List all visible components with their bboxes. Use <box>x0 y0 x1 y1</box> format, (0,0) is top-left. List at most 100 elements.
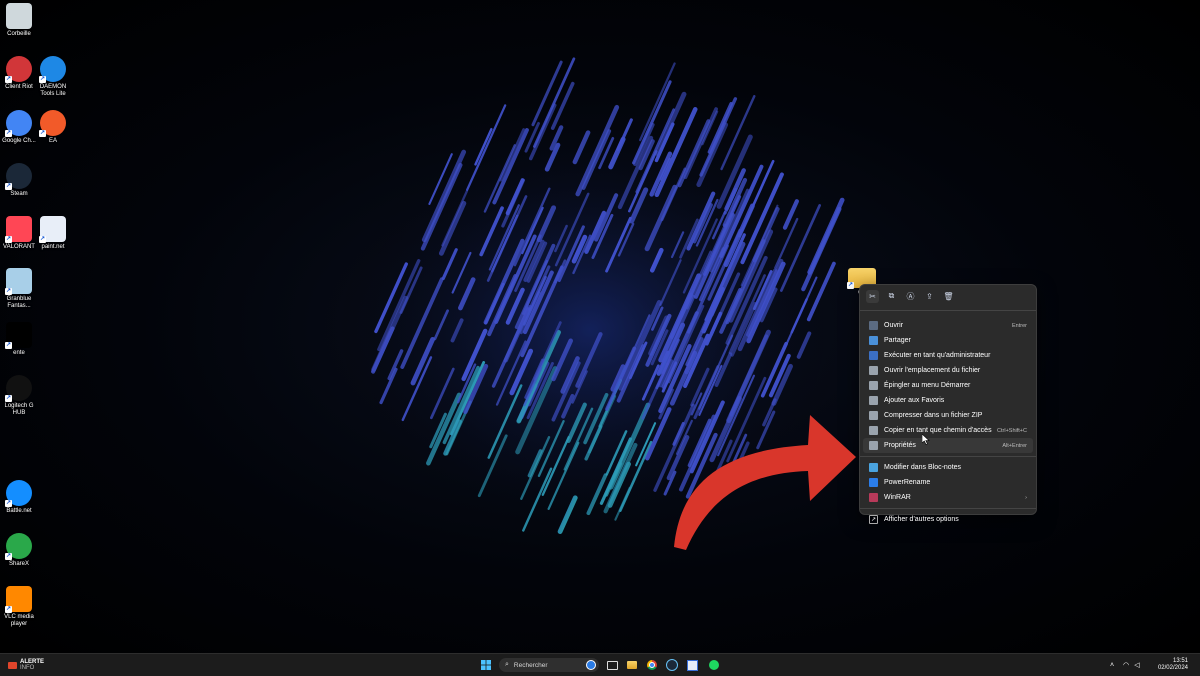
menu-item-shortcut: › <box>1025 494 1027 501</box>
desktop-icon-label: DAEMON Tools Lite <box>39 84 67 97</box>
winrar-icon <box>869 493 878 502</box>
desktop-icon-label: Granblue Fantas... <box>6 296 32 309</box>
rename-button[interactable]: Ⓐ <box>904 290 917 303</box>
menu-item-copy-path[interactable]: Copier en tant que chemin d'accès Ctrl+Sh… <box>863 423 1033 438</box>
desktop-icon-label: Corbeille <box>7 31 31 37</box>
desktop-icon-sharex[interactable]: ↗ ShareX <box>0 533 38 568</box>
taskview-icon <box>606 660 618 670</box>
riot-client-icon: ↗ <box>5 56 32 83</box>
logitech-icon: ↗ <box>5 375 32 402</box>
annotation-arrow <box>674 415 856 550</box>
context-menu-items: Ouvrir Entrer Partager Exécuter en tant qu'… <box>860 314 1036 453</box>
menu-item-label: WinRAR <box>884 494 911 501</box>
taskbar-app-paintnet[interactable] <box>686 658 698 672</box>
battlenet-icon: ↗ <box>5 480 32 507</box>
chrome-icon: ↗ <box>5 110 32 137</box>
mouse-cursor-icon <box>922 434 930 445</box>
desktop-icon-steam[interactable]: ↗ Steam <box>0 163 38 198</box>
desktop-icon-granblue[interactable]: ↗ Granblue Fantas... <box>0 268 38 310</box>
taskview-button[interactable] <box>606 658 618 672</box>
menu-item-label: Exécuter en tant qu'administrateur <box>884 352 991 359</box>
shortcut-arrow-icon: ↗ <box>39 76 46 83</box>
ea-icon: ↗ <box>39 110 66 137</box>
delete-button[interactable]: 🗑 <box>942 290 955 303</box>
tray-overflow-button[interactable]: ˄ <box>1108 658 1116 672</box>
cut-button[interactable]: ✂ <box>866 289 879 303</box>
shortcut-arrow-icon: ↗ <box>5 606 12 613</box>
desktop-icon-valorant[interactable]: ↗ VALORANT <box>0 216 38 251</box>
tray-clock[interactable]: 13:51 02/02/2024 <box>1148 658 1188 672</box>
desktop-icon-label: ShareX <box>8 561 29 567</box>
news-alert-widget[interactable]: ALERTE INFO <box>8 658 48 672</box>
desktop-icon-chrome[interactable]: ↗ Google Ch... <box>0 110 38 145</box>
clock-time: 13:51 <box>1172 658 1188 664</box>
taskbar-search-box[interactable]: ⌕ Rechercher <box>499 658 599 672</box>
tray-volume[interactable]: ◁ <box>1133 658 1141 672</box>
menu-item-folder-open[interactable]: Ouvrir l'emplacement du fichier <box>863 363 1033 378</box>
desktop-icon-ea[interactable]: ↗ EA <box>34 110 72 145</box>
tray-network[interactable]: ◠ <box>1122 658 1130 672</box>
sharex-icon: ↗ <box>5 533 32 560</box>
desktop-icon-label: VALORANT <box>3 244 35 250</box>
folder-open-icon <box>869 366 878 375</box>
taskbar-app-steam[interactable] <box>666 658 678 672</box>
menu-item-open[interactable]: Ouvrir Entrer <box>863 318 1033 333</box>
start-button[interactable] <box>479 658 493 672</box>
taskbar-app-spotify[interactable] <box>708 658 720 672</box>
menu-item-winrar[interactable]: WinRAR › <box>863 490 1033 505</box>
desktop-icon-recycle-bin[interactable]: Corbeille <box>0 3 38 38</box>
menu-item-more-options[interactable]: ↗ Afficher d'autres options <box>863 512 1033 527</box>
menu-item-notepad[interactable]: Modifier dans Bloc-notes <box>863 460 1033 475</box>
powerrename-icon <box>869 478 878 487</box>
shortcut-arrow-icon: ↗ <box>5 500 12 507</box>
copy-button[interactable]: ⧉ <box>885 290 898 303</box>
more-options-icon: ↗ <box>869 515 878 524</box>
share-toolbar-button[interactable]: ⇪ <box>923 290 936 303</box>
menu-item-label: Partager <box>884 337 911 344</box>
menu-item-pin[interactable]: Épingler au menu Démarrer <box>863 378 1033 393</box>
menu-item-properties-wrench[interactable]: Propriétés Alt+Entrer <box>863 438 1033 453</box>
alert-subtitle: INFO <box>20 665 35 671</box>
taskbar-app-explorer[interactable] <box>626 658 638 672</box>
desktop[interactable]: Corbeille ↗ Client Riot ↗ DAEMON Tools Lite ↗… <box>0 0 1200 653</box>
desktop-icon-paintnet[interactable]: ↗ paint.net <box>34 216 72 251</box>
desktop-icon-label: Client Riot <box>5 84 33 90</box>
shortcut-arrow-icon: ↗ <box>5 76 12 83</box>
menu-item-admin-shield[interactable]: Exécuter en tant qu'administrateur <box>863 348 1033 363</box>
menu-item-star[interactable]: Ajouter aux Favoris <box>863 393 1033 408</box>
menu-item-shortcut: Ctrl+Shift+C <box>997 427 1027 434</box>
desktop-icon-label: Battle.net <box>6 508 32 514</box>
speaker-icon: ◁ <box>1134 662 1140 669</box>
desktop-icon-label: Google Ch... <box>2 138 36 144</box>
desktop-icon-battlenet[interactable]: ↗ Battle.net <box>0 480 38 515</box>
open-icon <box>869 321 878 330</box>
menu-item-powerrename[interactable]: PowerRename <box>863 475 1033 490</box>
menu-item-share[interactable]: Partager <box>863 333 1033 348</box>
taskbar: ALERTE INFO ⌕ Rechercher ˄ ◠ ◁ 13:51 02/… <box>0 653 1200 676</box>
copy-path-icon <box>869 426 878 435</box>
chevron-up-icon: ˄ <box>1109 661 1115 669</box>
shortcut-arrow-icon: ↗ <box>5 395 12 402</box>
clock-date: 02/02/2024 <box>1157 665 1188 671</box>
menu-item-label: Copier en tant que chemin d'accès <box>884 427 992 434</box>
paintnet-icon <box>686 659 698 671</box>
menu-item-zip[interactable]: Compresser dans un fichier ZIP <box>863 408 1033 423</box>
desktop-icon-label: ente <box>13 350 25 356</box>
desktop-icon-ente[interactable]: ↗ ente <box>0 322 38 357</box>
taskbar-app-chrome[interactable] <box>646 658 658 672</box>
menu-item-label: Afficher d'autres options <box>884 516 959 523</box>
desktop-icon-logitech[interactable]: ↗ Logitech G HUB <box>0 375 38 417</box>
desktop-icon-vlc[interactable]: ↗ VLC media player <box>0 586 38 628</box>
ente-icon: ↗ <box>5 322 32 349</box>
menu-item-label: Ouvrir l'emplacement du fichier <box>884 367 981 374</box>
valorant-icon: ↗ <box>5 216 32 243</box>
search-placeholder: Rechercher <box>513 661 548 669</box>
properties-wrench-icon <box>869 441 878 450</box>
shortcut-arrow-icon: ↗ <box>5 236 12 243</box>
desktop-icon-riot-client[interactable]: ↗ Client Riot <box>0 56 38 91</box>
vlc-icon: ↗ <box>5 586 32 613</box>
desktop-icon-daemon-tools[interactable]: ↗ DAEMON Tools Lite <box>34 56 72 98</box>
search-icon: ⌕ <box>505 661 509 668</box>
daemon-tools-icon: ↗ <box>39 56 66 83</box>
annotation-arrow-shape <box>674 415 856 550</box>
